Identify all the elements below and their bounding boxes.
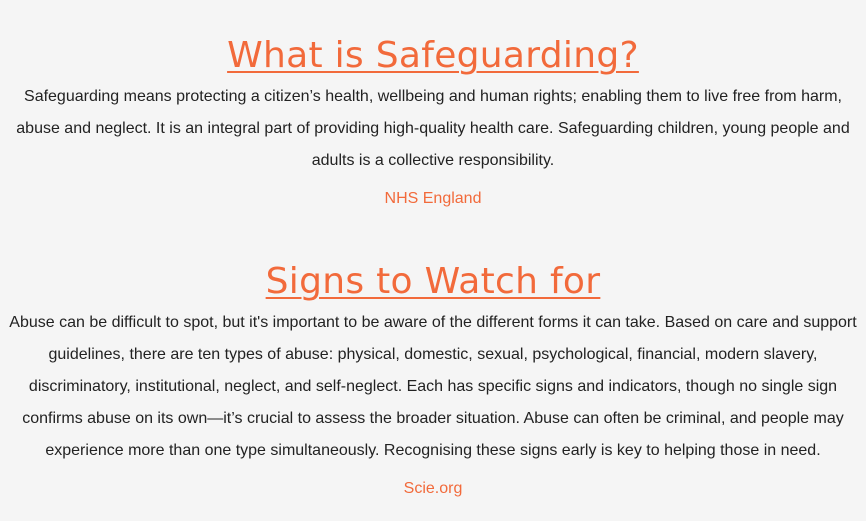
page: What is Safeguarding? Safeguarding means…: [0, 0, 866, 521]
signs-to-watch-heading[interactable]: Signs to Watch for: [0, 260, 866, 304]
what-is-safeguarding-heading[interactable]: What is Safeguarding?: [0, 34, 866, 78]
signs-description-text: Abuse can be difficult to spot, but it's…: [9, 314, 857, 459]
nhs-england-source-link[interactable]: NHS England: [385, 189, 482, 209]
scie-source-link[interactable]: Scie.org: [404, 479, 463, 499]
what-is-safeguarding-section: What is Safeguarding? Safeguarding means…: [0, 0, 866, 209]
safeguarding-definition-text: Safeguarding means protecting a citizen’…: [16, 88, 850, 169]
signs-to-watch-section: Signs to Watch for Abuse can be difficul…: [0, 209, 866, 499]
